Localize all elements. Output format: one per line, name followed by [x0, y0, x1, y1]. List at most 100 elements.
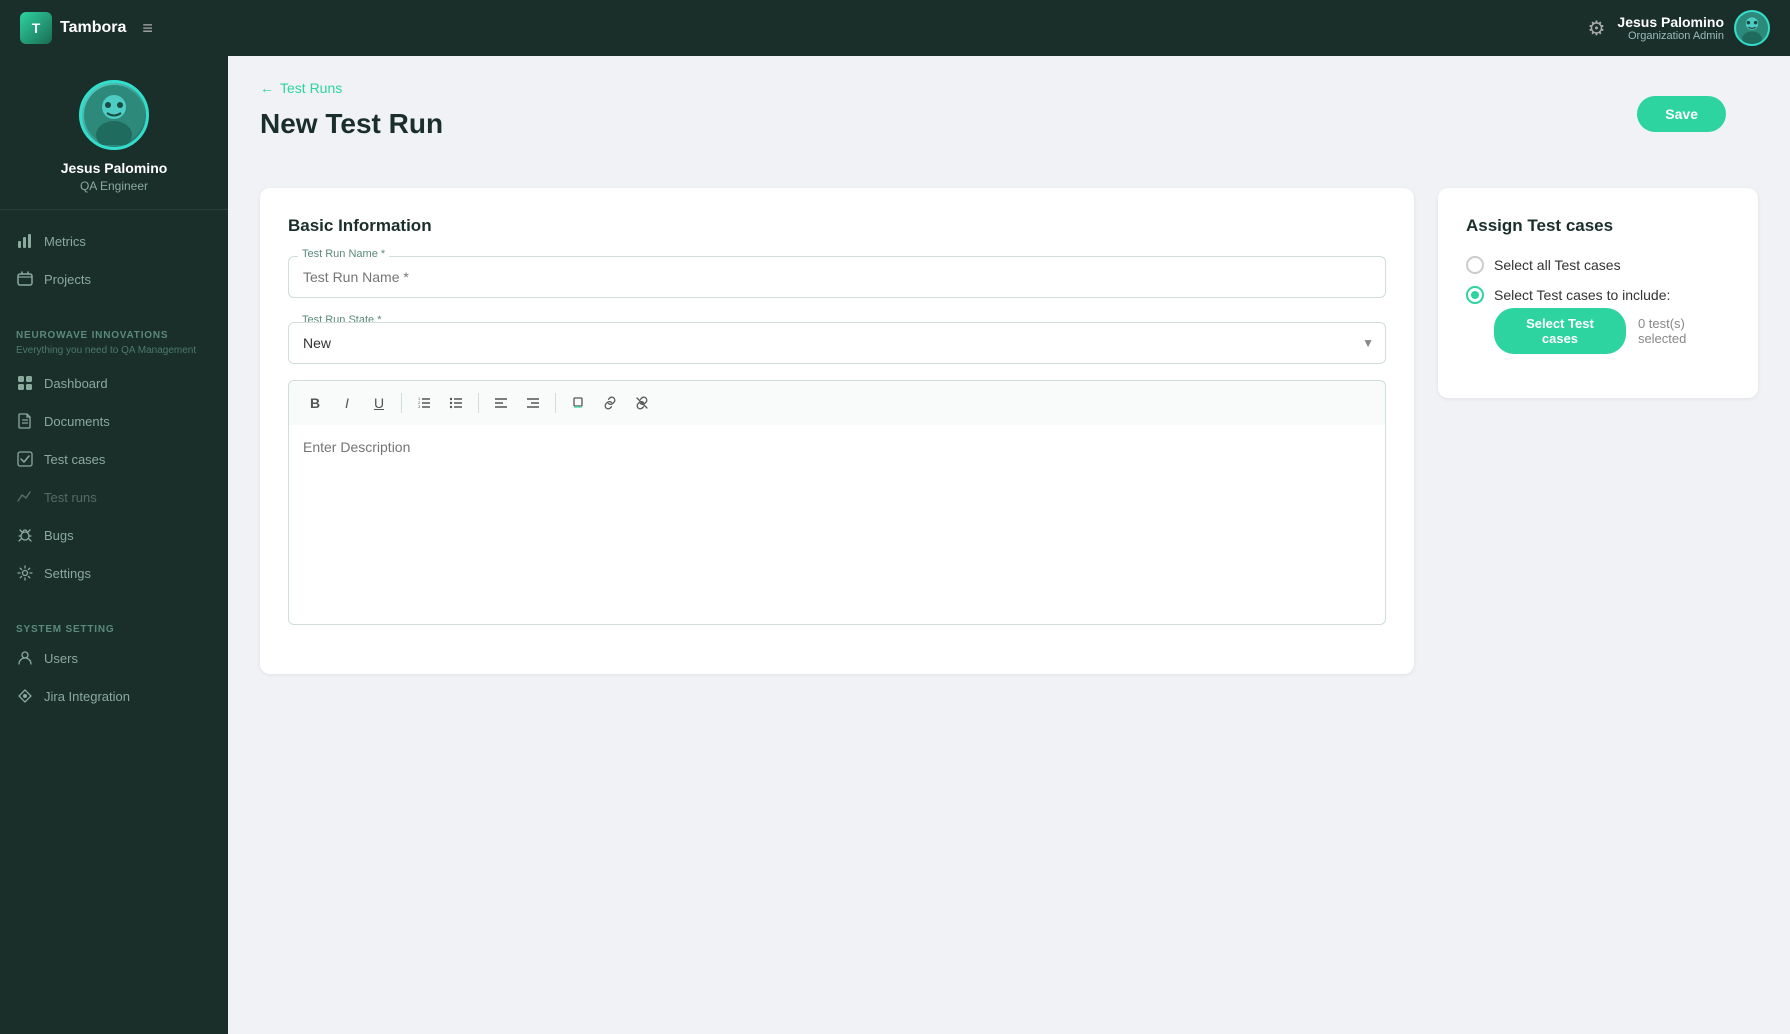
- basic-info-title: Basic Information: [288, 216, 1386, 236]
- toolbar-divider-1: [401, 393, 402, 413]
- radio-group: Select all Test cases Select Test cases …: [1466, 256, 1730, 354]
- run-name-wrap: Test Run Name *: [288, 256, 1386, 298]
- italic-button[interactable]: I: [333, 389, 361, 417]
- align-right-button[interactable]: [519, 389, 547, 417]
- sidebar-item-users[interactable]: Users: [0, 639, 228, 677]
- sidebar-item-documents[interactable]: Documents: [0, 402, 228, 440]
- basic-info-card: Basic Information Test Run Name * Test R…: [260, 188, 1414, 674]
- sidebar-item-bugs[interactable]: Bugs: [0, 516, 228, 554]
- settings-icon[interactable]: ⚙: [1587, 16, 1605, 41]
- run-name-input[interactable]: [288, 256, 1386, 298]
- description-field: B I U 123: [288, 380, 1386, 630]
- projects-icon: [16, 270, 34, 288]
- main-layout: Jesus Palomino QA Engineer Metrics Proje…: [0, 56, 1790, 1034]
- breadcrumb-link[interactable]: Test Runs: [280, 80, 342, 96]
- sidebar-item-label: Jira Integration: [44, 689, 130, 704]
- sidebar-item-label: Test runs: [44, 490, 97, 505]
- run-name-label: Test Run Name *: [298, 248, 389, 260]
- radio-include-cases[interactable]: Select Test cases to include:: [1466, 286, 1730, 304]
- sidebar-profile: Jesus Palomino QA Engineer: [0, 56, 228, 210]
- topbar: T Tambora ≡ ⚙ Jesus Palomino Organizatio…: [0, 0, 1790, 56]
- sidebar-neurowave-section: NEUROWAVE INNOVATIONS Everything you nee…: [0, 310, 228, 604]
- profile-avatar: [79, 80, 149, 150]
- avatar-image: [1736, 10, 1768, 46]
- documents-icon: [16, 412, 34, 430]
- run-state-select[interactable]: New In Progress Completed Archived: [288, 322, 1386, 364]
- content-area: ← Test Runs New Test Run Save Basic Info…: [228, 56, 1790, 1034]
- radio-include-group: Select Test cases to include: Select Tes…: [1466, 286, 1730, 354]
- sidebar-item-test-runs[interactable]: Test runs: [0, 478, 228, 516]
- sidebar-item-label: Projects: [44, 272, 91, 287]
- select-test-cases-button[interactable]: Select Test cases: [1494, 308, 1626, 354]
- topbar-right: ⚙ Jesus Palomino Organization Admin: [1587, 10, 1770, 46]
- profile-role: QA Engineer: [80, 179, 148, 193]
- user-role: Organization Admin: [1617, 30, 1724, 42]
- topbar-left: T Tambora ≡: [20, 12, 153, 44]
- selected-count: 0 test(s) selected: [1638, 316, 1730, 346]
- toolbar-divider-3: [555, 393, 556, 413]
- select-cases-row: Select Test cases 0 test(s) selected: [1494, 308, 1730, 354]
- radio-circle-all: [1466, 256, 1484, 274]
- logo-icon: T: [20, 12, 52, 44]
- radio-label-all: Select all Test cases: [1494, 257, 1621, 273]
- radio-circle-include: [1466, 286, 1484, 304]
- radio-all-cases[interactable]: Select all Test cases: [1466, 256, 1730, 274]
- form-grid: Basic Information Test Run Name * Test R…: [260, 188, 1758, 674]
- section-desc-neurowave: Everything you need to QA Management: [0, 345, 228, 364]
- run-name-field: Test Run Name *: [288, 256, 1386, 298]
- user-name: Jesus Palomino: [1617, 14, 1724, 30]
- sidebar-item-label: Dashboard: [44, 376, 108, 391]
- bold-button[interactable]: B: [301, 389, 329, 417]
- save-button[interactable]: Save: [1637, 96, 1726, 132]
- bugs-icon: [16, 526, 34, 544]
- user-text: Jesus Palomino Organization Admin: [1617, 14, 1724, 42]
- section-label-system: SYSTEM SETTING: [0, 616, 228, 639]
- run-state-wrap: Test Run State * New In Progress Complet…: [288, 322, 1386, 364]
- sidebar-item-projects[interactable]: Projects: [0, 260, 228, 298]
- underline-button[interactable]: U: [365, 389, 393, 417]
- sidebar: Jesus Palomino QA Engineer Metrics Proje…: [0, 56, 228, 1034]
- jira-icon: [16, 687, 34, 705]
- sidebar-nav-section: Metrics Projects: [0, 210, 228, 310]
- sidebar-item-dashboard[interactable]: Dashboard: [0, 364, 228, 402]
- unordered-list-button[interactable]: [442, 389, 470, 417]
- back-arrow-icon: ←: [260, 80, 274, 96]
- test-cases-icon: [16, 450, 34, 468]
- app-name: Tambora: [60, 19, 126, 37]
- sidebar-item-metrics[interactable]: Metrics: [0, 222, 228, 260]
- sidebar-item-label: Settings: [44, 566, 91, 581]
- sidebar-item-label: Bugs: [44, 528, 74, 543]
- highlight-button[interactable]: [564, 389, 592, 417]
- user-info: Jesus Palomino Organization Admin: [1617, 10, 1770, 46]
- settings-icon: [16, 564, 34, 582]
- sidebar-item-label: Test cases: [44, 452, 105, 467]
- run-state-select-wrap: New In Progress Completed Archived ▼: [288, 322, 1386, 364]
- assign-cases-title: Assign Test cases: [1466, 216, 1730, 236]
- sidebar-item-test-cases[interactable]: Test cases: [0, 440, 228, 478]
- profile-name: Jesus Palomino: [61, 160, 168, 176]
- page-title: New Test Run: [260, 108, 443, 140]
- toolbar-divider-2: [478, 393, 479, 413]
- sidebar-item-label: Users: [44, 651, 78, 666]
- assign-cases-card: Assign Test cases Select all Test cases …: [1438, 188, 1758, 398]
- test-runs-icon: [16, 488, 34, 506]
- radio-label-include: Select Test cases to include:: [1494, 287, 1670, 303]
- avatar: [1734, 10, 1770, 46]
- unlink-button[interactable]: [628, 389, 656, 417]
- run-state-field: Test Run State * New In Progress Complet…: [288, 322, 1386, 364]
- editor-toolbar: B I U 123: [288, 380, 1386, 425]
- description-textarea[interactable]: [288, 425, 1386, 625]
- breadcrumb: ← Test Runs: [260, 80, 1758, 96]
- align-left-button[interactable]: [487, 389, 515, 417]
- app-logo: T Tambora: [20, 12, 126, 44]
- section-label-neurowave: NEUROWAVE INNOVATIONS: [0, 322, 228, 345]
- ordered-list-button[interactable]: 123: [410, 389, 438, 417]
- link-button[interactable]: [596, 389, 624, 417]
- sidebar-item-label: Documents: [44, 414, 110, 429]
- sidebar-item-settings[interactable]: Settings: [0, 554, 228, 592]
- sidebar-item-label: Metrics: [44, 234, 86, 249]
- hamburger-icon[interactable]: ≡: [142, 18, 153, 39]
- users-icon: [16, 649, 34, 667]
- dashboard-icon: [16, 374, 34, 392]
- sidebar-item-jira[interactable]: Jira Integration: [0, 677, 228, 715]
